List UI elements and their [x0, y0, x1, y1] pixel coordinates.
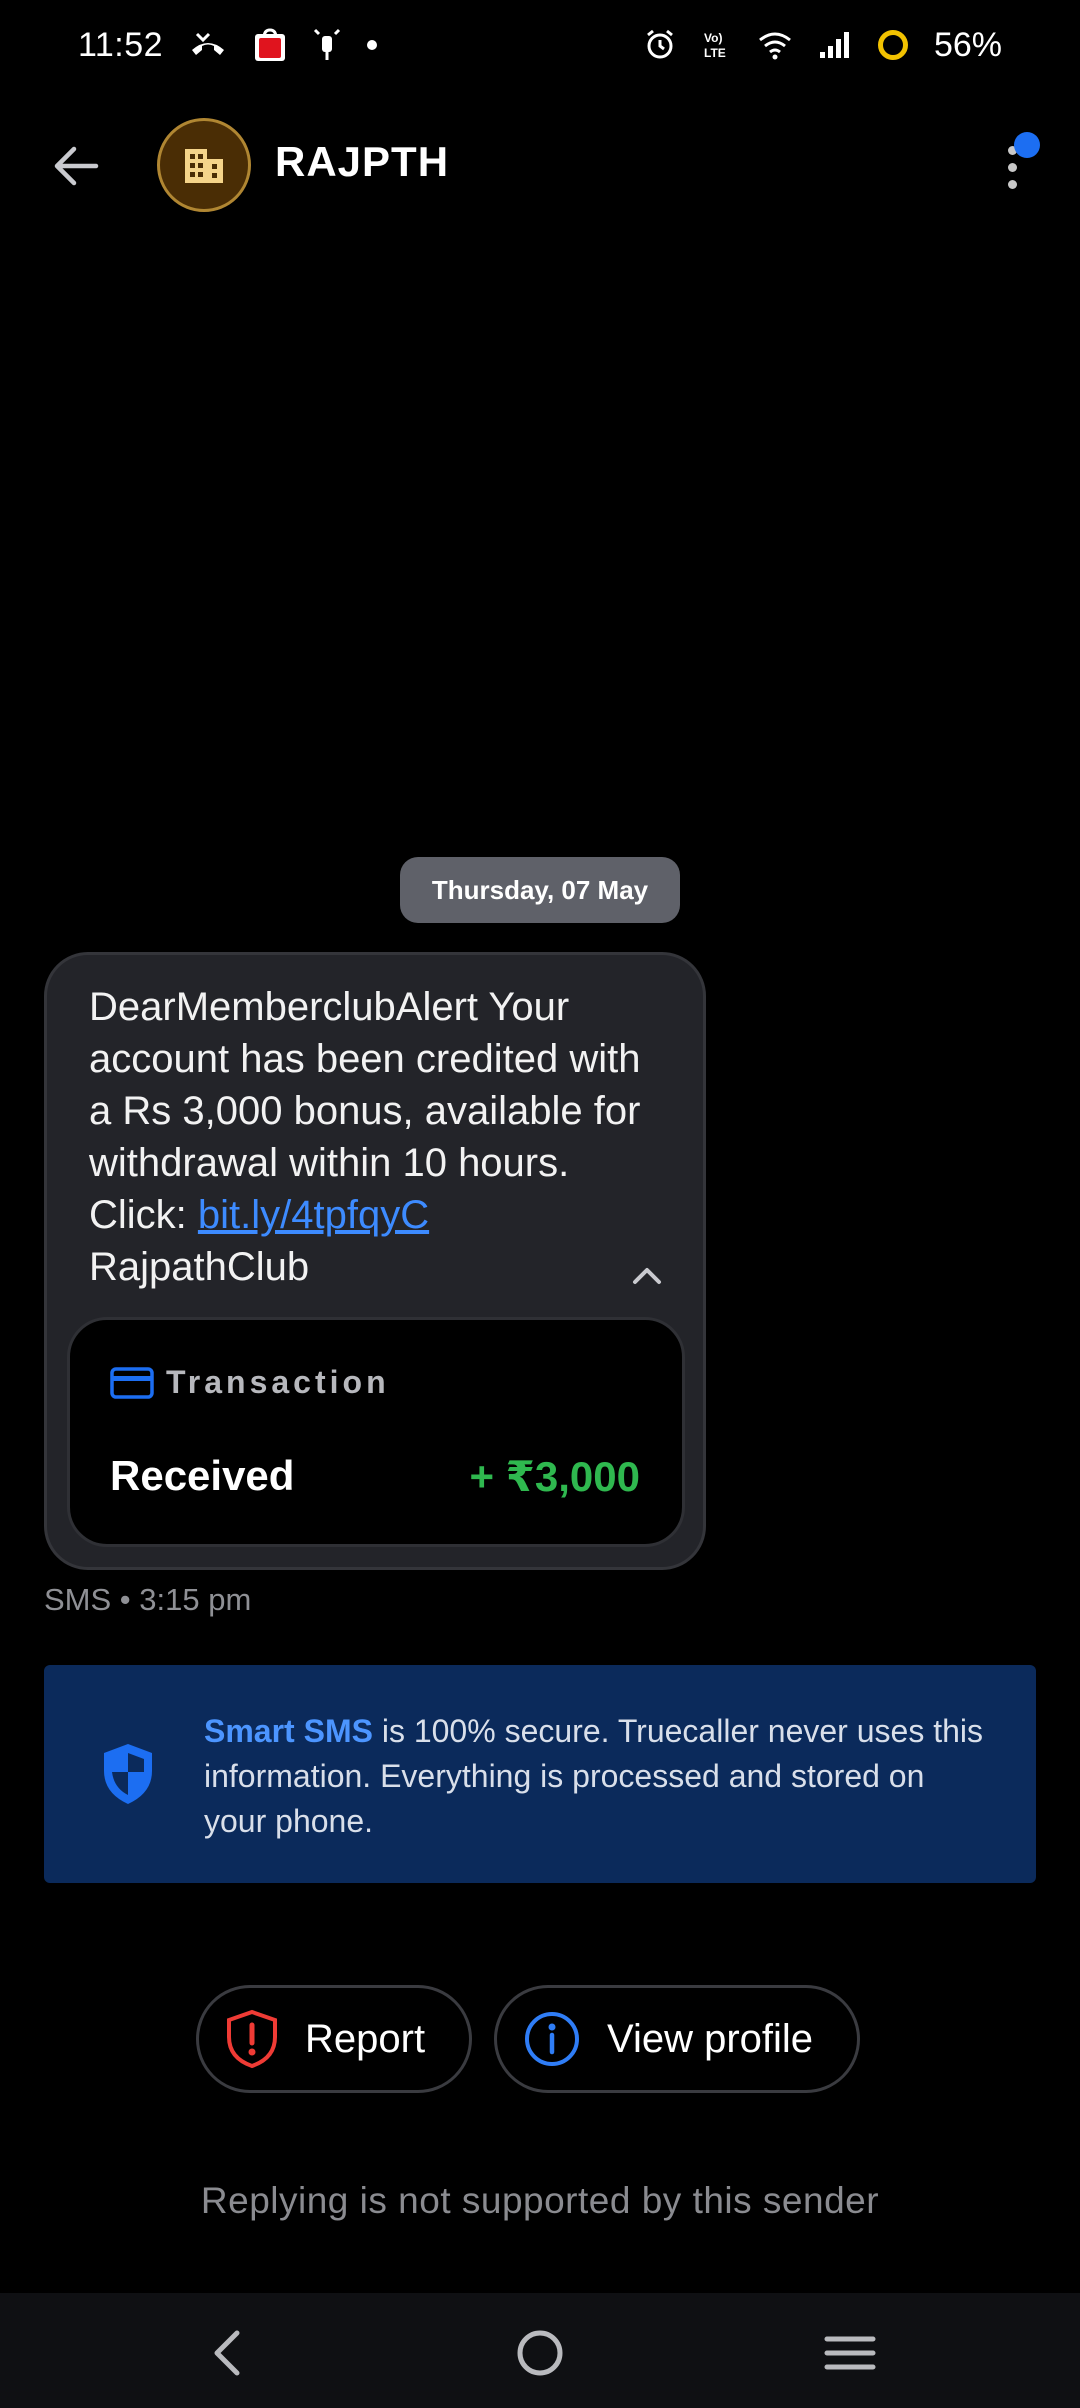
status-bar: 11:52 Vo) LTE 56% — [0, 0, 1080, 90]
battery-saver-icon — [877, 30, 908, 60]
message-link[interactable]: bit.ly/4tpfqyC — [198, 1193, 429, 1237]
svg-text:LTE: LTE — [704, 46, 726, 60]
signal-icon — [818, 30, 852, 60]
more-vert-dot — [1007, 179, 1017, 189]
transaction-card[interactable]: Transaction Received + ₹3,000 — [67, 1317, 685, 1547]
shield-icon — [104, 1744, 152, 1804]
navigation-bar — [0, 2293, 1080, 2408]
message-text: DearMemberclubAlert Your account has bee… — [89, 981, 649, 1293]
report-shield-icon — [227, 2009, 277, 2069]
transaction-type: Received — [110, 1452, 295, 1499]
smart-sms-highlight[interactable]: Smart SMS — [204, 1713, 373, 1749]
sender-title: RAJPTH — [275, 138, 450, 185]
message-meta: SMS • 3:15 pm — [44, 1582, 252, 1617]
message-bubble[interactable]: DearMemberclubAlert Your account has bee… — [44, 952, 706, 1570]
transaction-amount: + ₹3,000 — [469, 1453, 640, 1500]
volte-icon: Vo) LTE — [702, 29, 732, 61]
smart-sms-text: Smart SMS is 100% secure. Truecaller nev… — [204, 1709, 994, 1844]
avatar[interactable] — [157, 118, 251, 212]
svg-text:Vo): Vo) — [704, 31, 722, 45]
transaction-label: Transaction — [166, 1364, 390, 1400]
screen: 11:52 Vo) LTE 56% RAJPTH Thursday, 07 Ma… — [0, 0, 1080, 2408]
back-button[interactable] — [46, 136, 106, 196]
info-icon — [525, 2012, 579, 2066]
view-profile-button[interactable]: View profile — [494, 1985, 860, 2093]
nav-home-icon — [517, 2330, 563, 2376]
back-arrow-icon — [54, 146, 99, 186]
nav-back-button[interactable] — [196, 2323, 256, 2383]
nav-home-button[interactable] — [510, 2323, 570, 2383]
nav-recents-button[interactable] — [820, 2323, 880, 2383]
dot-icon — [367, 40, 378, 50]
app-bar: RAJPTH — [0, 110, 1080, 220]
status-right: Vo) LTE 56% — [644, 26, 1002, 65]
collapse-button[interactable] — [627, 1255, 667, 1295]
notification-icon — [313, 28, 341, 62]
chevron-up-icon — [633, 1268, 661, 1284]
nav-back-icon — [214, 2330, 240, 2376]
shopping-bag-icon — [253, 28, 287, 62]
transaction-header: Transaction — [110, 1364, 390, 1401]
card-icon — [110, 1366, 154, 1399]
date-chip: Thursday, 07 May — [400, 857, 680, 923]
status-time: 11:52 — [78, 25, 164, 64]
building-icon — [185, 149, 223, 183]
alarm-icon — [644, 29, 676, 61]
more-vert-dot — [1007, 162, 1017, 172]
report-button[interactable]: Report — [196, 1985, 472, 2093]
report-label: Report — [305, 2016, 426, 2061]
nav-recents-icon — [824, 2336, 876, 2370]
wifi-icon — [758, 30, 792, 60]
missed-call-icon — [189, 30, 227, 60]
smart-sms-info: Smart SMS is 100% secure. Truecaller nev… — [44, 1665, 1036, 1883]
notification-badge — [1014, 132, 1040, 158]
status-left: 11:52 — [78, 25, 378, 65]
reply-note: Replying is not supported by this sender — [200, 2180, 880, 2221]
view-profile-label: View profile — [607, 2016, 814, 2061]
battery-percent: 56% — [933, 25, 1002, 64]
message-signature: RajpathClub — [89, 1245, 310, 1289]
